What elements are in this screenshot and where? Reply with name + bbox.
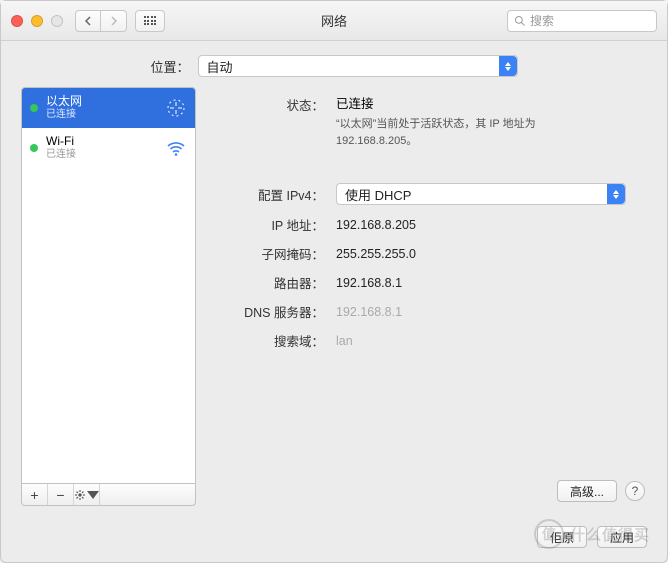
sidebar-item-label: Wi-Fi — [46, 135, 157, 149]
location-row: 位置： 自动 — [1, 41, 667, 87]
grid-icon — [144, 16, 157, 25]
advanced-row: 高级... ? — [214, 472, 647, 506]
remove-interface-button[interactable]: − — [48, 484, 74, 505]
mask-value: 255.255.255.0 — [336, 247, 647, 261]
chevron-down-icon — [87, 489, 99, 501]
status-description: “以太网”当前处于活跃状态，其 IP 地址为 192.168.8.205。 — [336, 116, 596, 149]
config-ipv4-label: 配置 IPv4： — [214, 185, 324, 204]
advanced-button[interactable]: 高级... — [557, 480, 617, 502]
search-placeholder: 搜索 — [530, 12, 554, 29]
status-block: 已连接 “以太网”当前处于活跃状态，其 IP 地址为 192.168.8.205… — [336, 93, 647, 149]
add-interface-button[interactable]: + — [22, 484, 48, 505]
window-controls — [11, 15, 63, 27]
interface-actions-button[interactable] — [74, 484, 100, 505]
location-select[interactable]: 自动 — [198, 55, 518, 77]
interface-list: 以太网 已连接 Wi-Fi 已连接 — [21, 87, 196, 484]
wifi-icon — [165, 137, 187, 159]
close-window-button[interactable] — [11, 15, 23, 27]
sidebar-item-label: 以太网 — [46, 95, 157, 109]
search-input[interactable]: 搜索 — [507, 10, 657, 32]
network-preferences-window: 网络 搜索 位置： 自动 以太网 已连接 — [0, 0, 668, 563]
zoom-window-button[interactable] — [51, 15, 63, 27]
show-all-prefs-button[interactable] — [135, 10, 165, 32]
sidebar-item-status: 已连接 — [46, 149, 157, 161]
nav-forward-button[interactable] — [101, 10, 127, 32]
chevron-right-icon — [110, 16, 118, 26]
apply-button[interactable]: 应用 — [597, 526, 647, 548]
sidebar-footer: + − — [21, 484, 196, 506]
dns-label: DNS 服务器： — [214, 302, 324, 321]
status-dot-icon — [30, 104, 38, 112]
bottom-actions: 佢原 应用 — [1, 520, 667, 562]
window-title: 网络 — [321, 11, 347, 30]
sidebar-wrap: 以太网 已连接 Wi-Fi 已连接 — [21, 87, 196, 506]
nav-back-button[interactable] — [75, 10, 101, 32]
sidebar-item-status: 已连接 — [46, 109, 157, 121]
search-domain-value: lan — [336, 334, 647, 348]
status-label: 状态： — [214, 93, 324, 114]
updown-arrows-icon — [607, 184, 625, 204]
search-icon — [514, 15, 526, 27]
sidebar-item-wifi[interactable]: Wi-Fi 已连接 — [22, 128, 195, 168]
chevron-left-icon — [84, 16, 92, 26]
content-area: 以太网 已连接 Wi-Fi 已连接 — [1, 87, 667, 520]
ip-value: 192.168.8.205 — [336, 218, 647, 232]
config-ipv4-value: 使用 DHCP — [345, 185, 607, 204]
ethernet-icon — [165, 97, 187, 119]
config-ipv4-select[interactable]: 使用 DHCP — [336, 183, 626, 205]
ip-label: IP 地址： — [214, 215, 324, 234]
search-domain-label: 搜索域： — [214, 331, 324, 350]
router-value: 192.168.8.1 — [336, 276, 647, 290]
titlebar: 网络 搜索 — [1, 1, 667, 41]
detail-panel: 状态： 已连接 “以太网”当前处于活跃状态，其 IP 地址为 192.168.8… — [214, 87, 647, 506]
nav-buttons — [75, 10, 127, 32]
help-button[interactable]: ? — [625, 481, 645, 501]
gear-icon — [74, 489, 86, 501]
location-label: 位置： — [150, 57, 189, 76]
dns-value: 192.168.8.1 — [336, 305, 647, 319]
location-value: 自动 — [207, 57, 499, 76]
detail-form: 状态： 已连接 “以太网”当前处于活跃状态，其 IP 地址为 192.168.8… — [214, 93, 647, 350]
updown-arrows-icon — [499, 56, 517, 76]
sidebar-item-ethernet[interactable]: 以太网 已连接 — [22, 88, 195, 128]
status-dot-icon — [30, 144, 38, 152]
revert-button[interactable]: 佢原 — [537, 526, 587, 548]
router-label: 路由器： — [214, 273, 324, 292]
mask-label: 子网掩码： — [214, 244, 324, 263]
status-value: 已连接 — [336, 93, 647, 112]
minimize-window-button[interactable] — [31, 15, 43, 27]
